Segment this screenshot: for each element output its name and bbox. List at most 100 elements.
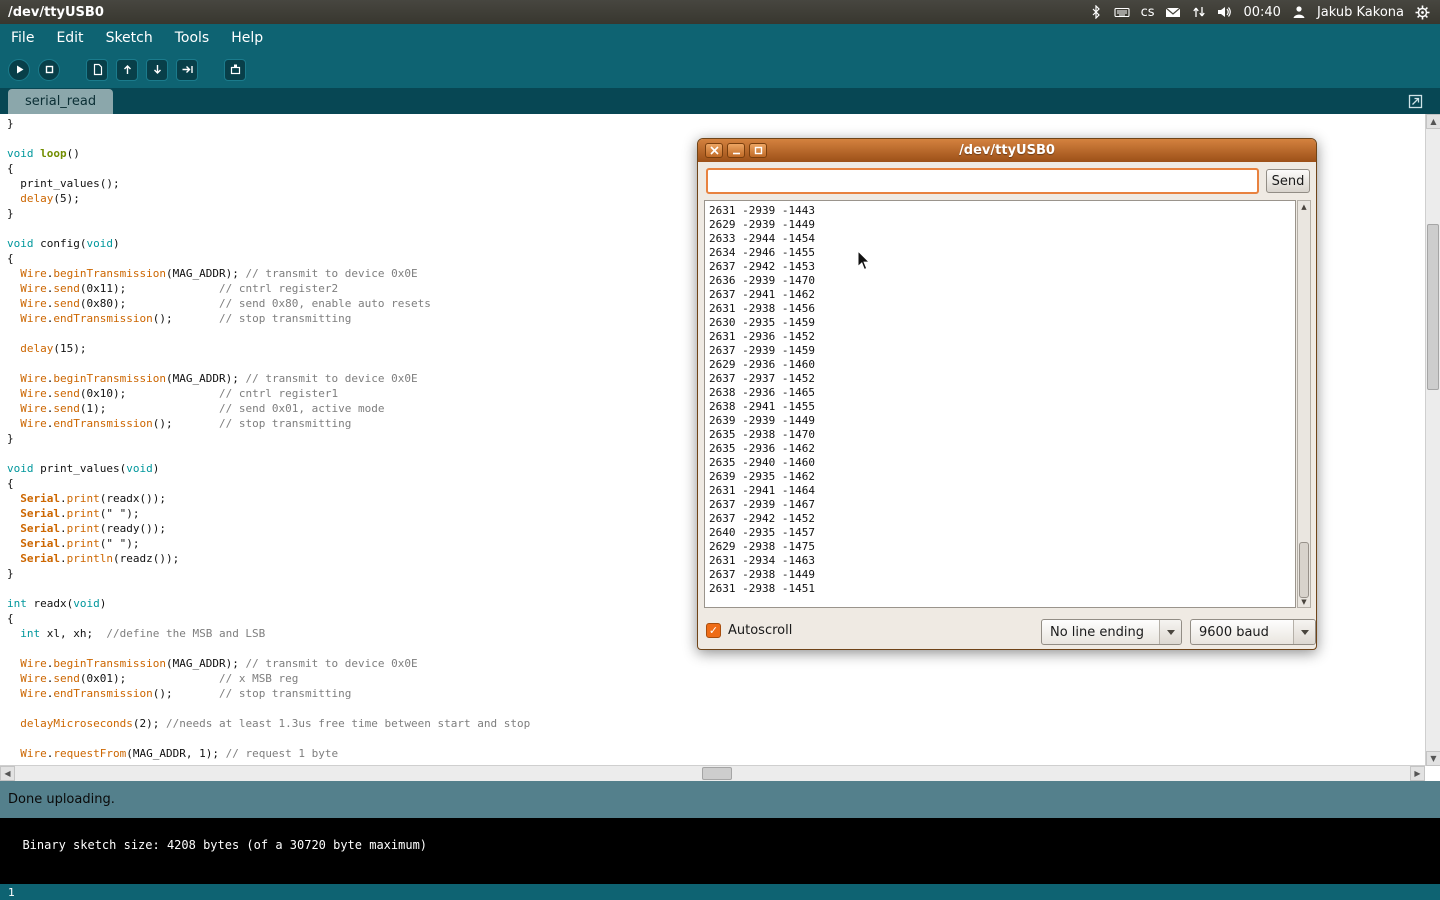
user-icon[interactable] — [1292, 5, 1306, 19]
code-line: Wire.endTransmission(); // stop transmit… — [7, 686, 1425, 701]
output-scroll-thumb[interactable] — [1299, 542, 1309, 598]
send-button[interactable]: Send — [1266, 169, 1310, 193]
bluetooth-icon[interactable] — [1089, 5, 1103, 19]
status-bar: Done uploading. — [0, 781, 1440, 818]
serial-output-line: 2631 -2938 -1451 — [709, 582, 1291, 596]
autoscroll-checkbox[interactable]: ✓ — [706, 623, 721, 638]
keyboard-layout-indicator[interactable]: cs — [1141, 5, 1155, 20]
output-scroll-up-arrow[interactable]: ▲ — [1298, 201, 1310, 212]
horizontal-scroll-thumb[interactable] — [702, 767, 732, 780]
window-title: /dev/ttyUSB0 — [0, 5, 104, 20]
serial-output-line: 2637 -2942 -1452 — [709, 512, 1291, 526]
check-icon: ✓ — [709, 625, 718, 636]
serial-send-input[interactable] — [706, 168, 1259, 194]
menu-item-edit[interactable]: Edit — [45, 26, 94, 50]
baud-rate-select[interactable]: 9600 baud — [1190, 619, 1316, 645]
network-sync-icon[interactable] — [1192, 5, 1206, 19]
keyboard-icon[interactable] — [1114, 5, 1130, 19]
tab-serial-read[interactable]: serial_read — [8, 89, 113, 114]
open-button[interactable] — [116, 59, 138, 81]
serial-output-line: 2637 -2941 -1462 — [709, 288, 1291, 302]
mail-icon[interactable] — [1165, 5, 1181, 19]
menu-item-tools[interactable]: Tools — [164, 26, 221, 50]
clock[interactable]: 00:40 — [1243, 5, 1280, 20]
serial-output-line: 2637 -2939 -1467 — [709, 498, 1291, 512]
serial-monitor-icon — [234, 65, 237, 68]
autoscroll-label: Autoscroll — [728, 623, 792, 638]
serial-output-line: 2640 -2935 -1457 — [709, 526, 1291, 540]
close-button[interactable] — [705, 143, 723, 158]
code-line: } — [7, 116, 1425, 131]
code-line: Wire.requestFrom(MAG_ADDR, 1); // reques… — [7, 746, 1425, 761]
save-button[interactable] — [146, 59, 168, 81]
menu-item-file[interactable]: File — [0, 26, 45, 50]
scroll-right-arrow[interactable]: ▶ — [1410, 766, 1425, 781]
serial-output-line: 2637 -2938 -1449 — [709, 568, 1291, 582]
serial-output-line: 2629 -2939 -1449 — [709, 218, 1291, 232]
minimize-button[interactable] — [727, 143, 745, 158]
serial-output-line: 2637 -2942 -1453 — [709, 260, 1291, 274]
serial-output-line: 2636 -2939 -1470 — [709, 274, 1291, 288]
line-indicator: 1 — [8, 886, 15, 899]
stop-icon — [46, 67, 52, 73]
code-line: Wire.send(0x01); // x MSB reg — [7, 671, 1425, 686]
maximize-button[interactable] — [749, 143, 767, 158]
maximize-icon — [755, 148, 761, 154]
serial-monitor-window: /dev/ttyUSB0 Send 2631 -2939 -14432629 -… — [697, 138, 1317, 650]
line-ending-dropdown-button[interactable] — [1159, 620, 1181, 644]
serial-output-line: 2638 -2941 -1455 — [709, 400, 1291, 414]
toolbar — [0, 51, 1440, 88]
serial-monitor-controls: ✓ Autoscroll No line ending 9600 baud — [704, 616, 1312, 646]
serial-output-line: 2637 -2937 -1452 — [709, 372, 1291, 386]
code-line: Wire.beginTransmission(MAG_ADDR); // tra… — [7, 656, 1425, 671]
serial-output-line: 2631 -2934 -1463 — [709, 554, 1291, 568]
serial-monitor-button[interactable] — [224, 59, 246, 81]
serial-output-line: 2637 -2939 -1459 — [709, 344, 1291, 358]
serial-output-line: 2639 -2935 -1462 — [709, 470, 1291, 484]
serial-output[interactable]: 2631 -2939 -14432629 -2939 -14492633 -29… — [704, 200, 1296, 608]
menu-items: FileEditSketchToolsHelp — [0, 26, 274, 50]
gear-icon[interactable] — [1415, 5, 1430, 20]
serial-output-line: 2629 -2938 -1475 — [709, 540, 1291, 554]
down-arrow-icon — [154, 65, 160, 73]
code-line — [7, 731, 1425, 746]
tab-bar: serial_read — [0, 88, 1440, 114]
chevron-down-icon — [1167, 630, 1175, 635]
vertical-scroll-thumb[interactable] — [1427, 224, 1439, 390]
upload-button[interactable] — [176, 59, 198, 81]
serial-output-scrollbar[interactable]: ▲ ▼ — [1297, 200, 1311, 608]
scroll-down-arrow[interactable]: ▼ — [1426, 751, 1440, 766]
serial-output-line: 2631 -2941 -1464 — [709, 484, 1291, 498]
tab-menu-button[interactable] — [1406, 92, 1424, 110]
output-scroll-down-arrow[interactable]: ▼ — [1298, 596, 1310, 607]
up-arrow-icon — [124, 66, 130, 74]
stop-button[interactable] — [38, 59, 60, 81]
serial-output-line: 2633 -2944 -1454 — [709, 232, 1291, 246]
username[interactable]: Jakub Kakona — [1317, 5, 1404, 20]
serial-monitor-title: /dev/ttyUSB0 — [698, 143, 1316, 158]
tab-label: serial_read — [25, 94, 96, 109]
scroll-left-arrow[interactable]: ◀ — [0, 766, 15, 781]
editor-horizontal-scrollbar[interactable]: ◀ ▶ — [0, 765, 1425, 781]
new-sketch-icon — [94, 65, 101, 75]
serial-output-line: 2631 -2939 -1443 — [709, 204, 1291, 218]
volume-icon[interactable] — [1217, 5, 1232, 19]
status-message: Done uploading. — [8, 792, 115, 807]
menu-item-help[interactable]: Help — [220, 26, 274, 50]
close-icon — [711, 147, 718, 154]
new-button[interactable] — [86, 59, 108, 81]
play-icon — [17, 66, 24, 74]
baud-dropdown-button[interactable] — [1293, 620, 1315, 644]
menu-item-sketch[interactable]: Sketch — [95, 26, 164, 50]
serial-output-line: 2635 -2936 -1462 — [709, 442, 1291, 456]
code-line — [7, 701, 1425, 716]
serial-output-line: 2638 -2936 -1465 — [709, 386, 1291, 400]
serial-output-line: 2639 -2939 -1449 — [709, 414, 1291, 428]
line-ending-value: No line ending — [1042, 620, 1159, 644]
serial-monitor-titlebar[interactable]: /dev/ttyUSB0 — [698, 139, 1316, 162]
editor-vertical-scrollbar[interactable]: ▲ ▼ — [1425, 114, 1440, 766]
verify-button[interactable] — [8, 59, 30, 81]
line-ending-select[interactable]: No line ending — [1041, 619, 1182, 645]
serial-output-line: 2634 -2946 -1455 — [709, 246, 1291, 260]
scroll-up-arrow[interactable]: ▲ — [1426, 114, 1440, 129]
